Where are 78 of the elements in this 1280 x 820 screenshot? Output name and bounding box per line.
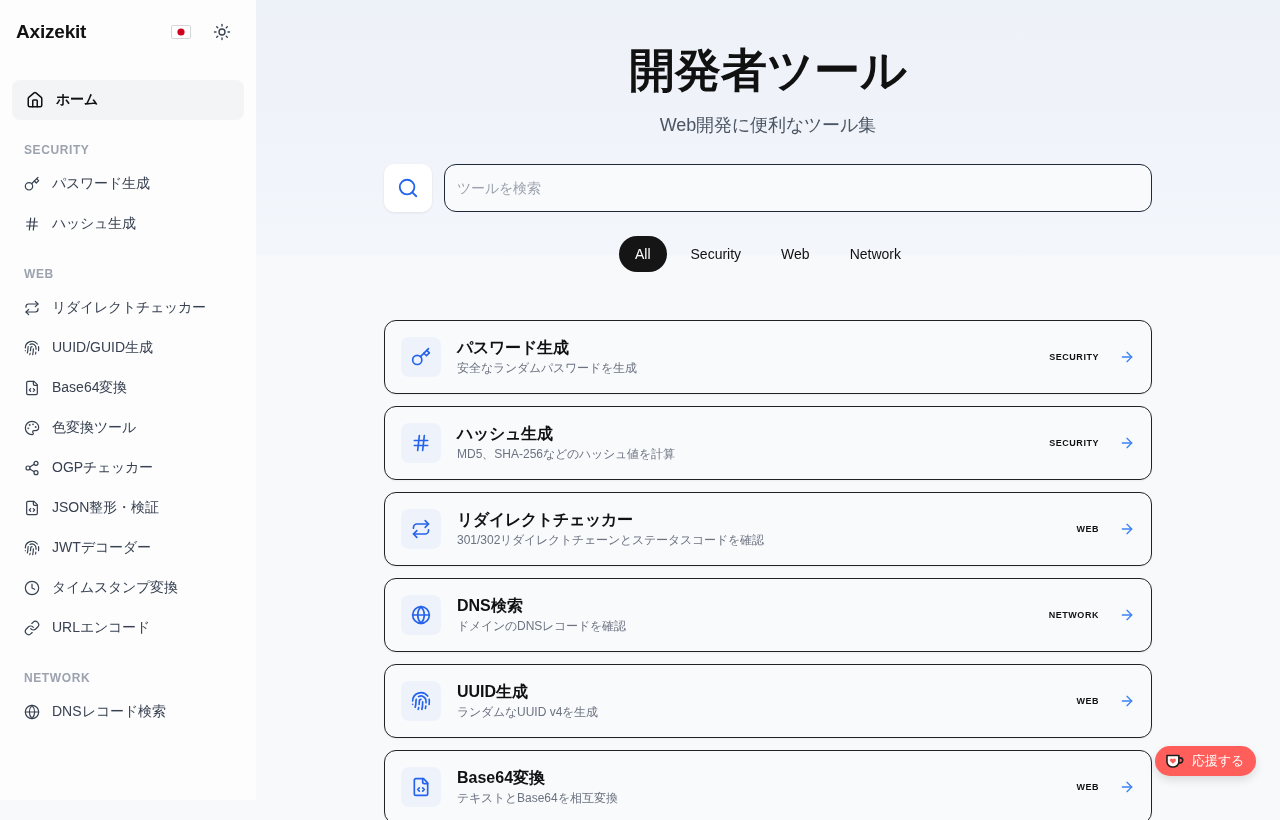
nav-item[interactable]: OGPチェッカー (12, 448, 244, 488)
nav-item[interactable]: UUID/GUID生成 (12, 328, 244, 368)
tool-title: UUID生成 (457, 682, 529, 702)
category-label: WEB (1076, 782, 1099, 792)
filter-tab[interactable]: All (618, 236, 667, 272)
tool-card[interactable]: DNS検索 ドメインのDNSレコードを確認 NETWORK (384, 578, 1152, 652)
hash-icon (24, 216, 40, 232)
arrow-right-icon (1119, 435, 1135, 451)
section-heading: NETWORK (24, 670, 92, 686)
nav-item[interactable]: ホーム (12, 80, 244, 120)
tool-card[interactable]: パスワード生成 安全なランダムパスワードを生成 SECURITY (384, 320, 1152, 394)
arrow-right-icon (1119, 693, 1135, 709)
repeat-arrows-icon (24, 300, 40, 316)
section-heading: WEB (24, 266, 55, 282)
category-label: SECURITY (1049, 438, 1099, 448)
fingerprint-icon (401, 681, 441, 721)
category-label: WEB (1076, 696, 1099, 706)
nav-item[interactable]: URLエンコード (12, 608, 244, 648)
nav-item[interactable]: リダイレクトチェッカー (12, 288, 244, 328)
filter-tab[interactable]: Security (674, 236, 758, 272)
tool-description: 301/302リダイレクトチェーンとステータスコードを確認 (457, 532, 765, 549)
tool-description: MD5、SHA-256などのハッシュ値を計算 (457, 446, 676, 463)
nav-item[interactable]: JWTデコーダー (12, 528, 244, 568)
hash-icon (401, 423, 441, 463)
nav-item[interactable]: ハッシュ生成 (12, 204, 244, 244)
page-subtitle: Web開発に便利なツール集 (659, 114, 877, 137)
section-heading: SECURITY (24, 142, 91, 158)
tool-title: ハッシュ生成 (457, 424, 553, 444)
category-label: WEB (1076, 524, 1099, 534)
fingerprint-icon (24, 340, 40, 356)
sun-icon[interactable] (213, 23, 231, 41)
fingerprint-icon (24, 540, 40, 556)
tool-title: DNS検索 (457, 596, 523, 616)
arrow-right-icon (1119, 607, 1135, 623)
tool-description: 安全なランダムパスワードを生成 (457, 360, 637, 377)
page-title: 開発者ツール (629, 43, 907, 98)
code-file-icon (24, 380, 40, 396)
globe-icon (24, 704, 40, 720)
search-button[interactable] (384, 164, 432, 212)
code-file-icon (24, 500, 40, 516)
share-icon (24, 460, 40, 476)
tool-card[interactable]: UUID生成 ランダムなUUID v4を生成 WEB (384, 664, 1152, 738)
filter-tab[interactable]: Network (833, 236, 917, 272)
nav-item[interactable]: パスワード生成 (12, 164, 244, 204)
globe-icon (401, 595, 441, 635)
tool-description: ドメインのDNSレコードを確認 (457, 618, 627, 635)
tool-card[interactable]: リダイレクトチェッカー 301/302リダイレクトチェーンとステータスコードを確認 WEB (384, 492, 1152, 566)
nav-item[interactable]: タイムスタンプ変換 (12, 568, 244, 608)
tool-title: Base64変換 (457, 768, 546, 788)
logo[interactable]: Axizekit (16, 21, 171, 43)
filter-tab[interactable]: Web (765, 236, 826, 272)
tool-description: テキストとBase64を相互変換 (457, 790, 618, 807)
key-icon (24, 176, 40, 192)
nav-item[interactable]: DNSレコード検索 (12, 692, 244, 732)
link-icon (24, 620, 40, 636)
tool-card[interactable]: ハッシュ生成 MD5、SHA-256などのハッシュ値を計算 SECURITY (384, 406, 1152, 480)
arrow-right-icon (1119, 349, 1135, 365)
nav-item[interactable]: JSON整形・検証 (12, 488, 244, 528)
code-file-icon (401, 767, 441, 807)
clock-icon (24, 580, 40, 596)
category-label: SECURITY (1049, 352, 1099, 362)
nav-item[interactable]: 色変換ツール (12, 408, 244, 448)
flag-icon[interactable] (171, 25, 191, 39)
repeat-arrows-icon (401, 509, 441, 549)
tool-description: ランダムなUUID v4を生成 (457, 704, 599, 721)
category-label: NETWORK (1048, 610, 1099, 620)
nav-item[interactable]: Base64変換 (12, 368, 244, 408)
tool-title: パスワード生成 (457, 338, 569, 358)
search-field[interactable]: ツールを検索 (444, 164, 1152, 212)
arrow-right-icon (1119, 779, 1135, 795)
tool-title: リダイレクトチェッカー (457, 510, 633, 530)
home-icon (26, 91, 44, 109)
palette-icon (24, 420, 40, 436)
search-icon (397, 177, 419, 199)
tool-card[interactable]: Base64変換 テキストとBase64を相互変換 WEB (384, 750, 1152, 820)
arrow-right-icon (1119, 521, 1135, 537)
key-icon (401, 337, 441, 377)
cup-icon (1165, 753, 1184, 769)
